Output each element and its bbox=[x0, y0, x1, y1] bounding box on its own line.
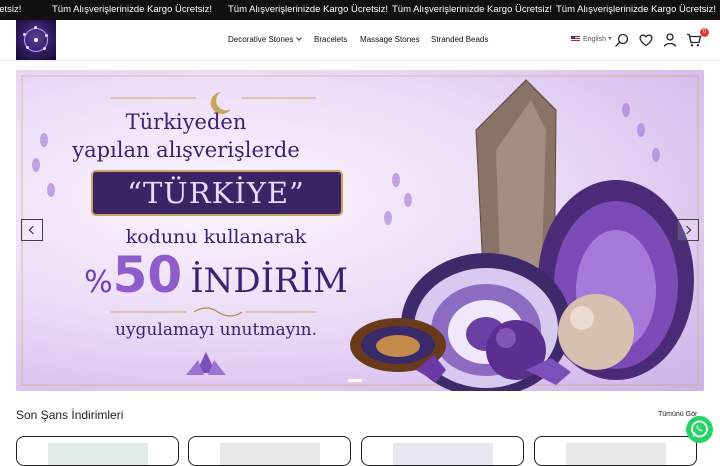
whatsapp-icon bbox=[691, 420, 708, 438]
discount-word: İNDİRİM bbox=[190, 261, 348, 301]
product-image bbox=[220, 443, 320, 465]
hero-footnote: uygulamayı unutmayın. bbox=[115, 320, 317, 340]
nav-bracelets[interactable]: Bracelets bbox=[314, 35, 347, 44]
hero-subtext: kodunu kullanarak bbox=[125, 226, 307, 248]
slider-prev-button[interactable] bbox=[21, 219, 43, 241]
product-card[interactable] bbox=[188, 436, 351, 466]
slider-dot-active[interactable] bbox=[348, 379, 362, 382]
hero-headline: yapılan alışverişlerde bbox=[72, 138, 300, 162]
logo-dot bbox=[34, 26, 37, 29]
hero-banner[interactable]: Türkiyeden yapılan alışverişlerde “TÜRKİ… bbox=[16, 70, 704, 391]
logo-dot bbox=[26, 46, 29, 49]
cart-count-badge: 0 bbox=[700, 28, 709, 37]
chevron-down-icon bbox=[296, 35, 303, 41]
section-title: Son Şans İndirimleri bbox=[16, 408, 124, 422]
announcement-text: Tüm Alışverişlerinizde Kargo Ücretsiz! bbox=[392, 4, 552, 15]
announcement-text: Tüm Alışverişlerinizde Kargo Ücretsiz! bbox=[52, 4, 212, 15]
announcement-text: Tüm Alışverişlerinizde Kargo Ücretsiz! bbox=[556, 4, 716, 15]
nav-label: Decorative Stones bbox=[228, 35, 294, 44]
logo-dot bbox=[34, 38, 38, 42]
product-image bbox=[393, 443, 493, 465]
product-image bbox=[48, 443, 148, 465]
logo-dot bbox=[23, 33, 26, 36]
product-card[interactable] bbox=[16, 436, 179, 466]
heart-icon[interactable] bbox=[638, 32, 654, 48]
announcement-text: ücretsiz! bbox=[0, 4, 22, 15]
announcement-text: Tüm Alışverişlerinizde Kargo Ücretsiz! bbox=[228, 4, 388, 15]
nav-decorative-stones[interactable]: Decorative Stones bbox=[228, 35, 303, 44]
product-image bbox=[566, 443, 666, 465]
caret-down-icon bbox=[607, 37, 612, 40]
site-logo[interactable] bbox=[16, 20, 56, 60]
hero-headline: Türkiyeden bbox=[125, 110, 247, 134]
language-selector[interactable]: English bbox=[571, 35, 612, 43]
whatsapp-button[interactable] bbox=[686, 416, 713, 443]
search-icon[interactable] bbox=[614, 32, 630, 48]
user-icon[interactable] bbox=[662, 32, 678, 48]
nav-label: Massage Stones bbox=[360, 35, 420, 44]
slider-pagination[interactable] bbox=[340, 379, 380, 383]
slider-next-button[interactable] bbox=[677, 219, 699, 241]
chevron-left-icon bbox=[28, 225, 38, 235]
product-card[interactable] bbox=[361, 436, 524, 466]
product-card[interactable] bbox=[534, 436, 697, 466]
logo-dot bbox=[45, 34, 48, 37]
language-label: English bbox=[583, 36, 606, 43]
chevron-right-icon bbox=[682, 225, 692, 235]
promo-code: “TÜRKİYE” bbox=[127, 176, 305, 210]
nav-label: Stranded Beads bbox=[431, 35, 489, 44]
discount-percent-sign: % bbox=[84, 265, 113, 300]
discount-text: %50 İNDİRİM bbox=[71, 246, 361, 304]
nav-label: Bracelets bbox=[314, 35, 348, 44]
logo-dot bbox=[43, 47, 46, 50]
announcement-bar: ücretsiz! Tüm Alışverişlerinizde Kargo Ü… bbox=[0, 0, 720, 20]
nav-stranded-beads[interactable]: Stranded Beads bbox=[431, 35, 488, 44]
nav-massage-stones[interactable]: Massage Stones bbox=[360, 35, 420, 44]
us-flag-icon bbox=[571, 36, 580, 42]
discount-value: 50 bbox=[112, 246, 183, 304]
site-header: Decorative Stones Bracelets Massage Ston… bbox=[0, 20, 720, 61]
